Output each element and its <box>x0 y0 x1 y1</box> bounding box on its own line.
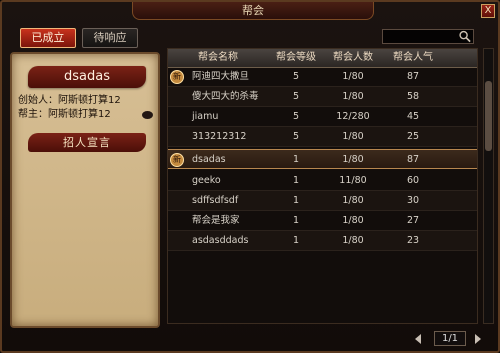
guild-level-cell: 1 <box>292 195 300 206</box>
guild-popularity-cell: 25 <box>406 131 420 142</box>
guild-popularity-cell: 87 <box>406 154 420 165</box>
guild-name-banner: dsadas <box>28 66 146 88</box>
guild-window: 帮会 X 已成立 待响应 dsadas 创始人：阿斯顿打算12 帮主：阿斯顿打算… <box>0 0 500 353</box>
table-row[interactable]: sdffsdfsdf 1 1/80 30 <box>168 191 477 211</box>
chat-icon[interactable] <box>142 111 153 119</box>
table-row[interactable]: asdasddads 1 1/80 23 <box>168 231 477 251</box>
prev-page-icon[interactable] <box>412 333 424 345</box>
table-row[interactable]: 新 阿迪四大撒旦 5 1/80 87 <box>168 67 477 87</box>
table-scrollbar[interactable] <box>483 48 494 324</box>
guild-popularity-cell: 45 <box>406 111 420 122</box>
guild-list-table: 帮会名称 帮会等级 帮会人数 帮会人气 新 阿迪四大撒旦 5 1/80 87 傻… <box>167 48 478 324</box>
table-row[interactable]: 313212312 5 1/80 25 <box>168 127 477 147</box>
page-indicator: 1/1 <box>434 331 466 346</box>
guild-members-cell: 1/80 <box>342 195 364 206</box>
guild-popularity-cell: 30 <box>406 195 420 206</box>
table-row[interactable]: geeko 1 11/80 60 <box>168 171 477 191</box>
window-title: 帮会 <box>132 2 374 20</box>
recruit-declaration-banner: 招人宣言 <box>28 133 146 152</box>
new-badge-icon: 新 <box>170 153 184 167</box>
guild-members-cell: 1/80 <box>342 91 364 102</box>
column-header-level: 帮会等级 <box>276 52 316 63</box>
guild-level-cell: 5 <box>292 71 300 82</box>
guild-level-cell: 5 <box>292 91 300 102</box>
guild-members-cell: 1/80 <box>342 71 364 82</box>
column-header-popularity: 帮会人气 <box>393 52 433 63</box>
new-badge-icon: 新 <box>170 70 184 84</box>
guild-popularity-cell: 23 <box>406 235 420 246</box>
scrollbar-thumb[interactable] <box>485 81 492 151</box>
guild-members-cell: 1/80 <box>342 154 364 165</box>
guild-members-cell: 1/80 <box>342 235 364 246</box>
guild-level-cell: 5 <box>292 111 300 122</box>
guild-members-cell: 12/280 <box>336 111 370 122</box>
search-icon[interactable] <box>458 30 472 43</box>
guild-level-cell: 5 <box>292 131 300 142</box>
leader-row: 帮主：阿斯顿打算12 <box>18 109 111 121</box>
guild-members-cell: 1/80 <box>342 131 364 142</box>
close-button[interactable]: X <box>481 4 495 18</box>
guild-popularity-cell: 87 <box>406 71 420 82</box>
founder-value: 阿斯顿打算12 <box>58 95 121 106</box>
guild-level-cell: 1 <box>292 175 300 186</box>
table-row-selected[interactable]: 新 dsadas 1 1/80 87 <box>168 149 477 169</box>
column-header-name: 帮会名称 <box>198 52 238 63</box>
guild-level-cell: 1 <box>292 235 300 246</box>
table-header: 帮会名称 帮会等级 帮会人数 帮会人气 <box>168 49 477 68</box>
guild-popularity-cell: 60 <box>406 175 420 186</box>
founder-label: 创始人： <box>18 95 58 106</box>
table-row[interactable]: 傻大四大的杀毒 5 1/80 58 <box>168 87 477 107</box>
leader-label: 帮主： <box>18 109 48 120</box>
guild-members-cell: 1/80 <box>342 215 364 226</box>
table-row[interactable]: jiamu 5 12/280 45 <box>168 107 477 127</box>
guild-popularity-cell: 58 <box>406 91 420 102</box>
table-row[interactable]: 帮会是我家 1 1/80 27 <box>168 211 477 231</box>
founder-row: 创始人：阿斯顿打算12 <box>18 95 121 107</box>
guild-level-cell: 1 <box>292 154 300 165</box>
leader-value: 阿斯顿打算12 <box>48 109 111 120</box>
column-header-members: 帮会人数 <box>333 52 373 63</box>
next-page-icon[interactable] <box>472 333 484 345</box>
tab-pending[interactable]: 待响应 <box>82 28 138 48</box>
guild-popularity-cell: 27 <box>406 215 420 226</box>
guild-members-cell: 11/80 <box>339 175 367 186</box>
tab-established[interactable]: 已成立 <box>20 28 76 48</box>
guild-level-cell: 1 <box>292 215 300 226</box>
guild-info-panel: dsadas 创始人：阿斯顿打算12 帮主：阿斯顿打算12 招人宣言 <box>10 52 160 328</box>
